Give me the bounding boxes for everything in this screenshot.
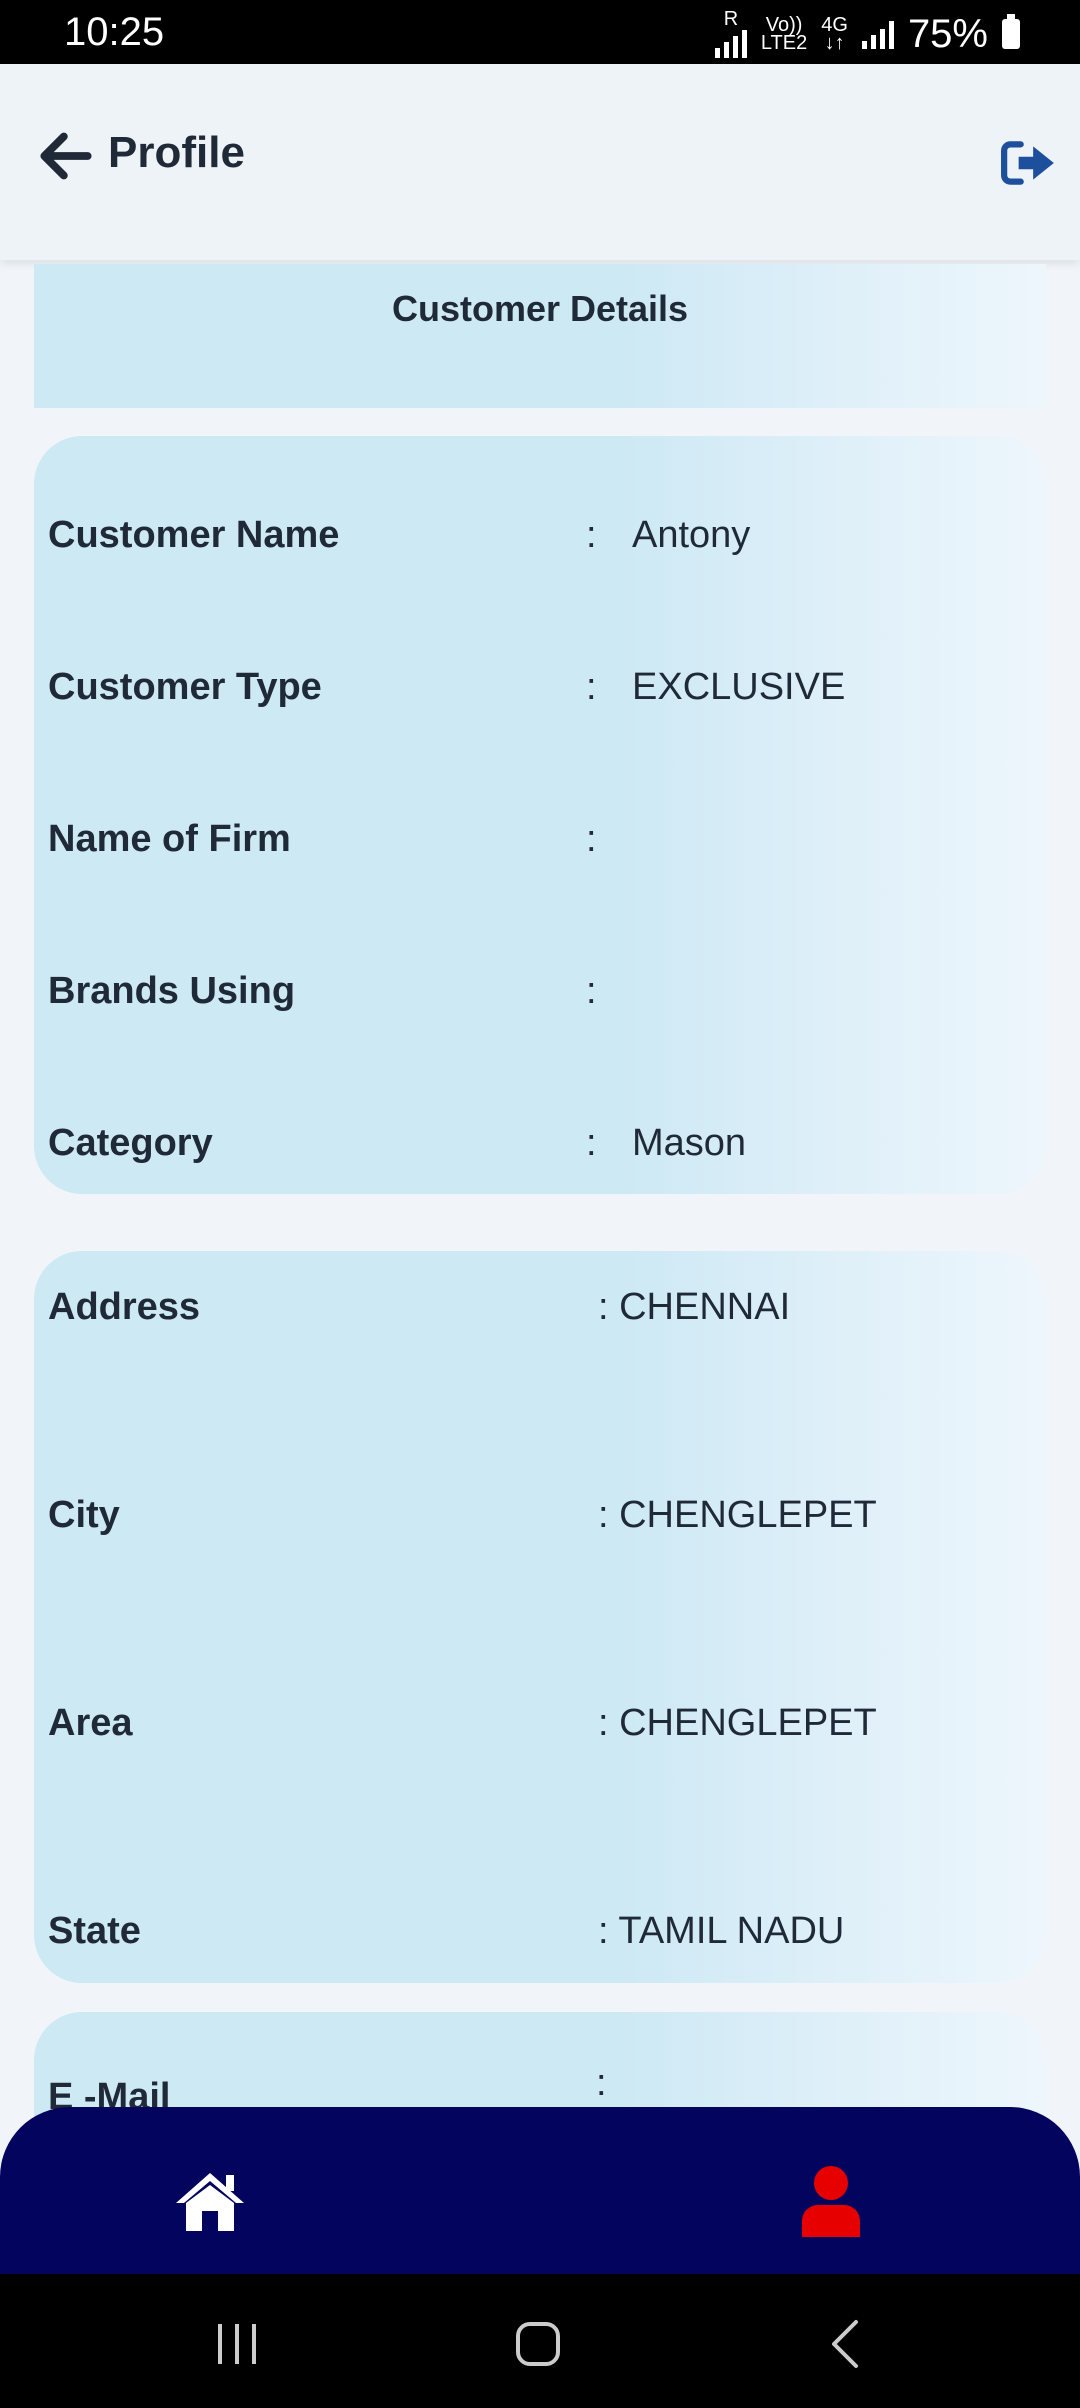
detail-separator: : bbox=[586, 970, 597, 1012]
person-icon[interactable] bbox=[798, 2165, 864, 2237]
signal-strength-icon bbox=[861, 19, 894, 49]
system-navigation-bar bbox=[0, 2274, 1080, 2408]
address-value: : TAMIL NADU bbox=[598, 1910, 845, 1952]
detail-separator: : bbox=[586, 514, 597, 556]
logout-icon[interactable] bbox=[1000, 138, 1058, 188]
sim-label: R bbox=[723, 8, 739, 30]
address-label: Address bbox=[48, 1286, 201, 1328]
recent-apps-icon[interactable] bbox=[212, 2322, 262, 2366]
volte-icon: Vo)) LTE2 bbox=[760, 15, 808, 54]
app-bar: Profile bbox=[0, 64, 1080, 260]
status-bar: 10:25 R Vo)) LTE2 4G ↓↑ 75% bbox=[0, 0, 1080, 64]
address-label: Area bbox=[48, 1702, 133, 1744]
detail-label: Customer Type bbox=[48, 666, 322, 708]
address-value: : CHENGLEPET bbox=[598, 1702, 877, 1744]
lte-label: LTE2 bbox=[760, 32, 808, 54]
system-home-icon[interactable] bbox=[516, 2322, 560, 2366]
address-value: : CHENNAI bbox=[598, 1286, 791, 1328]
battery-percent: 75% bbox=[907, 11, 988, 56]
customer-info-card: Customer Name : Antony Customer Type : E… bbox=[34, 436, 1046, 1194]
battery-icon bbox=[1002, 14, 1020, 49]
detail-separator: : bbox=[586, 818, 597, 860]
address-value: : CHENGLEPET bbox=[598, 1494, 877, 1536]
detail-separator: : bbox=[586, 666, 597, 708]
detail-value: Mason bbox=[632, 1122, 747, 1164]
detail-value: Antony bbox=[632, 514, 751, 556]
sim-signal-icon: R bbox=[714, 8, 747, 58]
bottom-navigation bbox=[0, 2107, 1080, 2274]
address-card: Address : CHENNAI City : CHENGLEPET Area… bbox=[34, 1251, 1046, 1983]
detail-separator: : bbox=[586, 1122, 597, 1164]
network-type-icon: 4G ↓↑ bbox=[821, 14, 848, 54]
detail-label: Category bbox=[48, 1122, 213, 1164]
contact-value: : bbox=[596, 2062, 607, 2104]
address-label: State bbox=[48, 1910, 141, 1952]
section-title: Customer Details bbox=[391, 288, 689, 329]
system-back-icon[interactable] bbox=[826, 2318, 862, 2370]
detail-value: EXCLUSIVE bbox=[632, 666, 846, 708]
status-time: 10:25 bbox=[64, 10, 165, 54]
status-icons: R Vo)) LTE2 4G ↓↑ 75% bbox=[714, 8, 1020, 58]
page-title: Profile bbox=[108, 128, 245, 177]
home-icon[interactable] bbox=[174, 2169, 246, 2233]
address-label: City bbox=[48, 1494, 120, 1536]
detail-label: Name of Firm bbox=[48, 818, 291, 860]
customer-details-header: Customer Details bbox=[34, 264, 1046, 408]
detail-label: Customer Name bbox=[48, 514, 340, 556]
detail-label: Brands Using bbox=[48, 970, 296, 1012]
arrow-left-icon[interactable] bbox=[40, 130, 92, 182]
